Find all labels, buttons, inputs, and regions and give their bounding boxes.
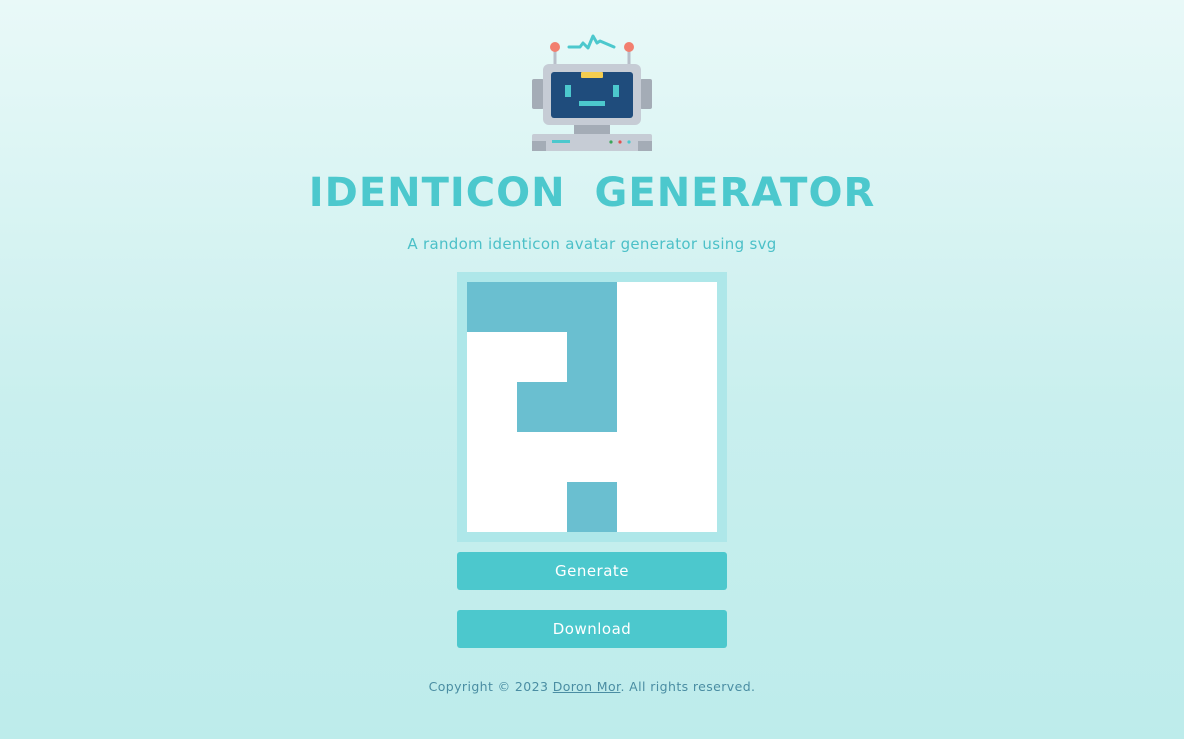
identicon-frame <box>457 272 727 542</box>
page-subtitle: A random identicon avatar generator usin… <box>407 235 777 253</box>
robot-icon <box>532 34 652 151</box>
identicon-avatar <box>467 282 717 532</box>
footer: Copyright © 2023 Doron Mor. All rights r… <box>0 677 1184 697</box>
generate-button[interactable]: Generate <box>457 552 727 590</box>
identicon-cell <box>567 482 617 532</box>
copyright-suffix: . All rights reserved. <box>620 679 756 694</box>
identicon-cell <box>567 282 617 332</box>
identicon-cell <box>467 282 517 332</box>
page-title: IDENTICON GENERATOR <box>308 170 876 216</box>
copyright-prefix: Copyright © 2023 <box>428 679 553 694</box>
identicon-cell <box>567 382 617 432</box>
author-link[interactable]: Doron Mor <box>553 679 621 694</box>
download-button[interactable]: Download <box>457 610 727 648</box>
identicon-cell <box>567 332 617 382</box>
identicon-cell <box>517 282 567 332</box>
identicon-cell <box>517 382 567 432</box>
